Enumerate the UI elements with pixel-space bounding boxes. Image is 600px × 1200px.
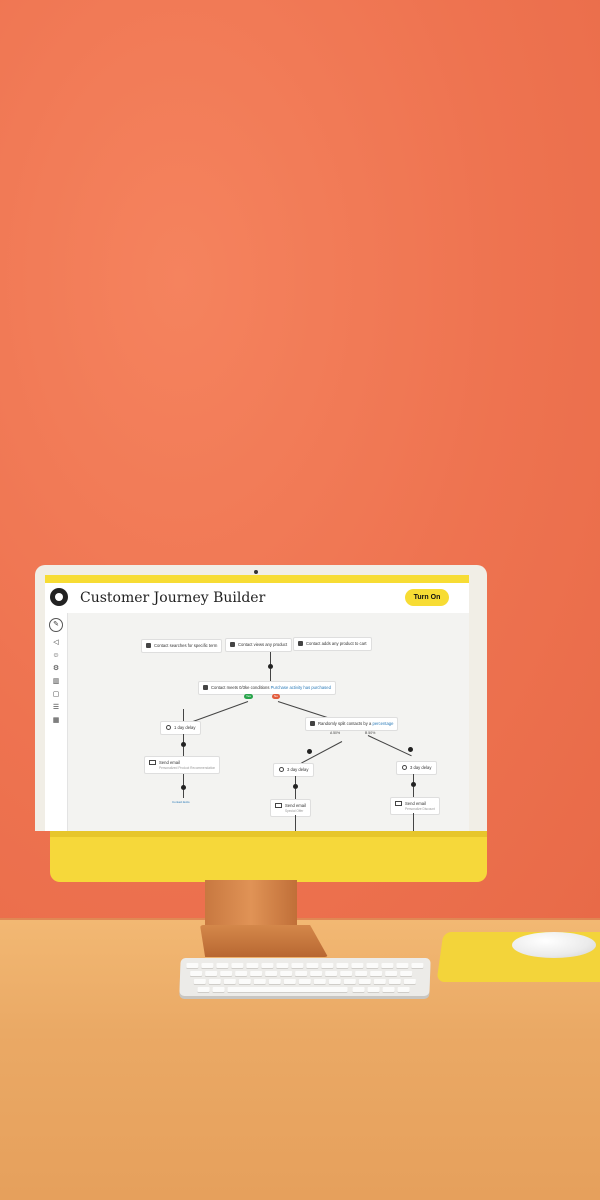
mail-icon — [149, 760, 156, 766]
delay-label: 1 day delay — [174, 725, 196, 730]
monitor-bezel: Customer Journey Builder Turn On ✎ ◁ ☺ ⚙… — [35, 565, 487, 831]
connector-line — [413, 787, 414, 797]
connector-line — [270, 669, 271, 681]
email-card[interactable]: Send email Personalize Discount — [390, 797, 440, 815]
email-card[interactable]: Send email Special Offer — [270, 799, 311, 817]
delay-label: 3 day delay — [287, 767, 309, 772]
shop-icon — [146, 643, 151, 649]
analytics-icon[interactable]: ▥ — [52, 678, 60, 685]
settings-icon[interactable]: ☰ — [52, 704, 60, 711]
connector-line — [413, 774, 414, 782]
trigger-label: Contact views any product — [238, 642, 288, 647]
no-badge: No — [272, 694, 280, 699]
mail-icon — [395, 801, 402, 807]
email-card[interactable]: Send email Personalized Product Recommen… — [144, 756, 221, 774]
split-a-label: A 50% — [330, 731, 341, 735]
shop-icon — [230, 642, 235, 648]
sidebar: ✎ ◁ ☺ ⚙ ▥ ▢ ☰ ▦ — [45, 613, 68, 831]
mouse[interactable] — [512, 932, 596, 958]
connector-line — [413, 813, 414, 831]
email-title: Send email — [159, 760, 180, 765]
monitor-chin — [50, 831, 487, 882]
email-subtitle: Special Offer — [285, 809, 304, 813]
webcam-icon — [254, 570, 258, 574]
branch-icon — [203, 685, 208, 691]
contacts-icon[interactable]: ☺ — [52, 652, 60, 659]
website-icon[interactable]: ▢ — [52, 691, 60, 698]
journey-canvas[interactable]: Contact searches for specific term Conta… — [68, 613, 469, 831]
mailchimp-logo-icon[interactable] — [50, 588, 68, 606]
app-header: Customer Journey Builder Turn On — [45, 583, 469, 614]
add-step-dot[interactable] — [408, 747, 413, 752]
email-title: Send email — [405, 801, 426, 806]
trigger-card[interactable]: Contact searches for specific term — [141, 639, 223, 653]
email-subtitle: Personalize Discount — [405, 807, 435, 811]
connector-line — [367, 735, 412, 757]
yes-badge: Yes — [244, 694, 253, 699]
trigger-card[interactable]: Contact views any product — [225, 638, 293, 652]
connector-line — [295, 776, 296, 784]
connector-line — [270, 652, 271, 664]
connector-line — [183, 709, 184, 721]
automations-icon[interactable]: ⚙ — [52, 665, 60, 672]
split-link[interactable]: percentage — [372, 721, 393, 726]
connector-line — [183, 734, 184, 742]
stand-base — [200, 925, 328, 957]
megaphone-icon[interactable]: ◁ — [52, 639, 60, 646]
shop-icon — [298, 641, 303, 647]
mail-icon — [275, 803, 282, 809]
delay-card[interactable]: 3 day delay — [396, 761, 438, 775]
keyboard[interactable] — [179, 958, 431, 996]
condition-label: Contact meets 0/3ke conditions — [211, 685, 270, 690]
split-icon — [310, 721, 315, 727]
split-card[interactable]: Randomly split contacts by a percentage — [305, 717, 399, 731]
turn-on-button[interactable]: Turn On — [405, 589, 449, 606]
split-b-label: B 50% — [365, 731, 376, 735]
add-step-dot[interactable] — [307, 749, 312, 754]
clock-icon — [166, 725, 171, 731]
email-subtitle: Personalized Product Recommendation — [159, 766, 216, 770]
split-label: Randomly split contacts by a — [318, 721, 372, 726]
trigger-label: Contact adds any product to cart — [306, 641, 367, 646]
top-accent-bar — [45, 575, 469, 583]
delay-card[interactable]: 1 day delay — [160, 721, 202, 735]
condition-link[interactable]: Purchase activity has purchased — [271, 685, 331, 690]
clock-icon — [279, 767, 284, 773]
connector-line — [191, 701, 249, 723]
chin-shadow — [50, 831, 487, 837]
connector-line — [295, 815, 296, 831]
exit-label[interactable]: Contact Exits — [172, 800, 190, 804]
connector-line — [295, 789, 296, 799]
connector-line — [183, 790, 184, 798]
delay-card[interactable]: 3 day delay — [273, 763, 315, 777]
clock-icon — [402, 765, 407, 771]
page-title: Customer Journey Builder — [80, 590, 266, 606]
condition-card[interactable]: Contact meets 0/3ke conditions Purchase … — [198, 681, 336, 695]
screen: Customer Journey Builder Turn On ✎ ◁ ☺ ⚙… — [45, 575, 469, 831]
trigger-label: Contact searches for specific term — [154, 643, 218, 648]
trigger-card[interactable]: Contact adds any product to cart — [293, 637, 372, 651]
apps-icon[interactable]: ▦ — [52, 717, 60, 724]
pencil-icon[interactable]: ✎ — [49, 618, 63, 632]
delay-label: 3 day delay — [410, 765, 432, 770]
email-title: Send email — [285, 803, 306, 808]
connector-line — [183, 747, 184, 756]
imac-computer: Customer Journey Builder Turn On ✎ ◁ ☺ ⚙… — [35, 565, 487, 885]
